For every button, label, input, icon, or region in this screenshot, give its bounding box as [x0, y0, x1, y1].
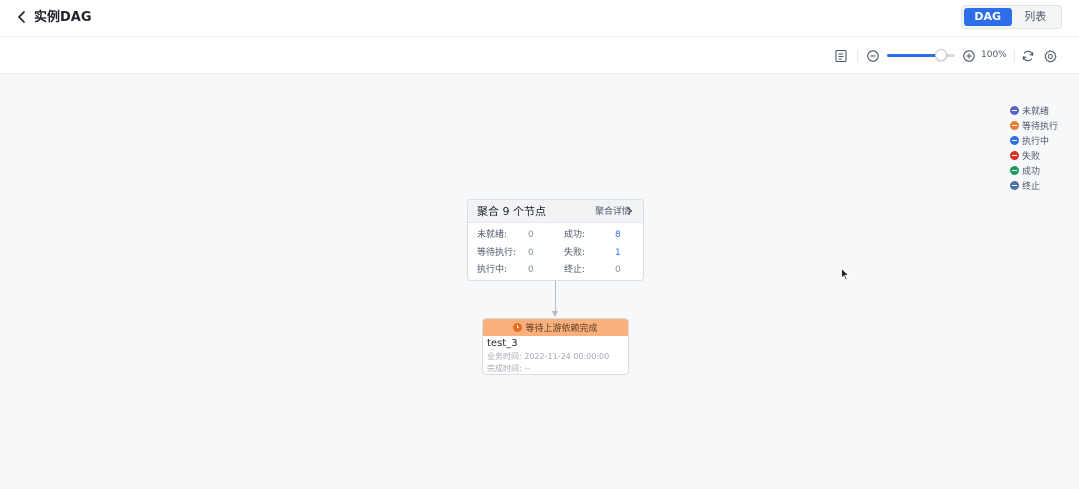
failed-icon [1010, 151, 1019, 160]
list-icon[interactable] [834, 49, 848, 63]
task-name: test_3 [487, 338, 518, 349]
back-arrow-icon[interactable] [14, 9, 30, 25]
stat-label: 失败: [564, 248, 586, 258]
legend-item: 成功 [1010, 163, 1058, 178]
chevron-right-icon[interactable] [627, 203, 633, 223]
stat-value: 0 [615, 265, 621, 275]
page-header: 实例DAG DAG 列表 [0, 0, 1079, 37]
finish-time-value: -- [524, 364, 531, 373]
page-title: 实例DAG [34, 10, 92, 25]
success-icon [1010, 166, 1019, 175]
legend-item: 未就绪 [1010, 103, 1058, 118]
stat-value: 8 [615, 230, 621, 240]
dag-toolbar: 100% [0, 37, 1079, 74]
tab-list[interactable]: 列表 [1012, 8, 1060, 26]
legend-item: 终止 [1010, 178, 1058, 193]
zoom-out-icon[interactable] [866, 49, 880, 63]
task-status-label: 等待上游依赖完成 [525, 324, 598, 334]
dag-edge-arrow [552, 311, 558, 317]
stat-value: 0 [528, 230, 534, 240]
stat-value: 0 [528, 265, 534, 275]
clock-icon [513, 323, 523, 332]
zoom-in-icon[interactable] [962, 49, 976, 63]
stat-label: 终止: [564, 265, 586, 275]
stat-value: 0 [528, 248, 534, 258]
legend-item: 等待执行 [1010, 118, 1058, 133]
stat-value: 1 [615, 248, 621, 258]
legend-item: 执行中 [1010, 133, 1058, 148]
legend-label: 终止 [1022, 182, 1041, 192]
task-business-time: 业务时间: 2022-11-24 00:00:00 [487, 352, 609, 362]
legend-label: 失败 [1022, 152, 1041, 162]
legend-label: 等待执行 [1022, 122, 1059, 132]
running-icon [1010, 136, 1019, 145]
aggregate-node-header: 聚合 9 个节点 聚合详情 [468, 200, 643, 223]
refresh-icon[interactable] [1021, 49, 1035, 63]
status-legend: 未就绪 等待执行 执行中 失败 成功 终止 [1010, 103, 1058, 193]
business-time-value: 2022-11-24 00:00:00 [524, 352, 610, 361]
view-toggle: DAG 列表 [961, 5, 1062, 29]
aggregate-title: 聚合 9 个节点 [477, 205, 546, 218]
legend-label: 未就绪 [1022, 107, 1050, 117]
legend-label: 成功 [1022, 167, 1041, 177]
aggregate-node-card[interactable]: 聚合 9 个节点 聚合详情 未就绪: 0 成功: 8 等待执行: 0 失败: 1… [467, 199, 644, 281]
business-time-label: 业务时间: [487, 352, 522, 361]
task-node-card[interactable]: 等待上游依赖完成 test_3 业务时间: 2022-11-24 00:00:0… [482, 318, 629, 375]
stat-label: 未就绪: [477, 230, 508, 240]
settings-icon[interactable] [1043, 49, 1057, 63]
zoom-percent: 100% [981, 50, 1007, 60]
stat-label: 等待执行: [477, 248, 517, 258]
legend-label: 执行中 [1022, 137, 1050, 147]
aggregate-detail-link[interactable]: 聚合详情 [595, 206, 631, 218]
mouse-cursor-icon [841, 266, 850, 285]
toolbar-divider [1014, 50, 1015, 62]
waiting-icon [1010, 121, 1019, 130]
tab-dag[interactable]: DAG [964, 8, 1012, 26]
finish-time-label: 完成时间: [487, 364, 522, 373]
terminated-icon [1010, 181, 1019, 190]
task-status-bar: 等待上游依赖完成 [483, 319, 628, 336]
zoom-slider-fill [887, 54, 938, 57]
stat-label: 成功: [564, 230, 586, 240]
legend-item: 失败 [1010, 148, 1058, 163]
toolbar-divider [857, 50, 858, 62]
task-finish-time: 完成时间: -- [487, 364, 530, 374]
dag-edge [555, 281, 556, 313]
stat-label: 执行中: [477, 265, 508, 275]
not-ready-icon [1010, 106, 1019, 115]
zoom-slider-thumb[interactable] [935, 49, 947, 61]
